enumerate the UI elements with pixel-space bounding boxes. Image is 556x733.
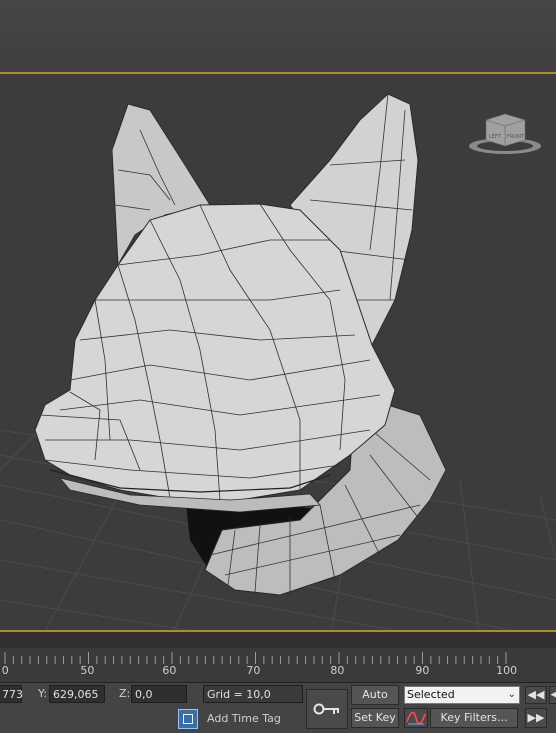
view-cube-icon[interactable]: LEFT FRONT xyxy=(469,113,541,154)
grid-size-display: Grid = 10,0 xyxy=(203,685,303,703)
ruler-tick-label: 0 xyxy=(1,664,9,677)
add-time-tag-label[interactable]: Add Time Tag xyxy=(207,710,281,728)
perspective-viewport[interactable]: LEFT FRONT xyxy=(0,0,556,648)
time-tag-button[interactable] xyxy=(178,709,198,729)
viewport-scene[interactable]: LEFT FRONT xyxy=(0,74,556,630)
key-icon xyxy=(313,703,339,715)
y-coordinate-field[interactable]: 629,065 xyxy=(49,685,105,703)
ruler-tick-label: 50 xyxy=(80,664,95,677)
go-to-end-icon: ▶▶ xyxy=(527,711,545,724)
go-to-end-button[interactable]: ▶▶ xyxy=(525,708,547,728)
z-label: Z: xyxy=(119,687,131,700)
set-key-button[interactable]: Set Key xyxy=(351,708,399,728)
ruler-tick-label: 100 xyxy=(496,664,518,677)
key-filters-button[interactable]: Key Filters... xyxy=(430,708,518,728)
time-tag-icon xyxy=(183,714,193,724)
go-to-start-icon: ◀◀ xyxy=(527,688,545,701)
y-label: Y: xyxy=(38,687,47,700)
ruler-tick-label: 70 xyxy=(246,664,261,677)
ruler-tick-label: 60 xyxy=(162,664,177,677)
viewport-footer-strip xyxy=(0,632,556,648)
set-key-mode-toggle[interactable] xyxy=(306,689,348,729)
curve-editor-button[interactable] xyxy=(404,708,428,728)
x-coordinate-field[interactable]: 773 xyxy=(0,685,23,703)
prev-frame-icon: ◀ xyxy=(550,690,556,700)
selected-value: Selected xyxy=(407,688,455,701)
z-coordinate-field[interactable]: 0,0 xyxy=(131,685,187,703)
viewport-header xyxy=(0,0,556,72)
ruler-tick-label: 80 xyxy=(330,664,345,677)
prev-frame-button[interactable]: ◀ xyxy=(549,686,556,704)
chevron-down-icon: ⌄ xyxy=(507,689,516,700)
time-ruler xyxy=(0,648,556,664)
go-to-start-button[interactable]: ◀◀ xyxy=(525,686,547,704)
track-bar[interactable]: 0 50 60 70 80 90 100 xyxy=(0,648,556,682)
view-cube-left-face: LEFT xyxy=(489,134,502,140)
status-bar: 773 Y: 629,065 Z: 0,0 Grid = 10,0 Add Ti… xyxy=(0,682,556,733)
auto-key-button[interactable]: Auto Key xyxy=(351,685,399,719)
view-cube-front-face: FRONT xyxy=(507,134,525,140)
curve-icon xyxy=(406,711,426,725)
key-selection-dropdown[interactable]: Selected ⌄ xyxy=(404,686,520,704)
ruler-tick-label: 90 xyxy=(415,664,430,677)
